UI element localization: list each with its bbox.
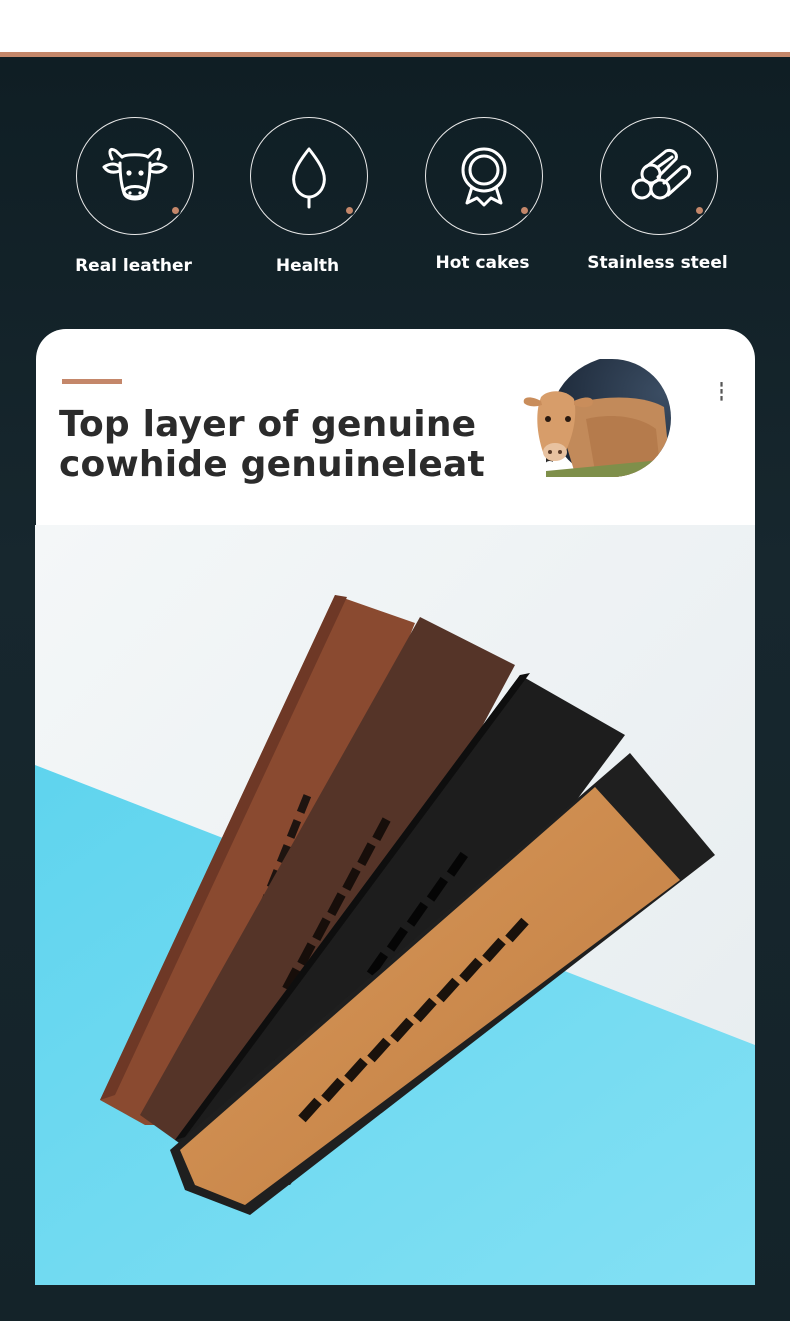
cow-image bbox=[486, 359, 671, 477]
headline-line-2: cowhide genuineleather bbox=[59, 444, 554, 485]
feature-ring bbox=[600, 117, 718, 235]
feature-health: Health bbox=[220, 115, 395, 285]
feature-row: Real leather Health Hot cakes Stainless … bbox=[0, 115, 790, 285]
headline-card: Top layer of genuine cowhide genuineleat… bbox=[36, 329, 755, 529]
feature-label: Real leather bbox=[75, 256, 192, 276]
feature-label: Health bbox=[275, 256, 340, 276]
cow-head-icon bbox=[102, 147, 168, 201]
cow-photo bbox=[486, 359, 671, 477]
ring-accent-dot bbox=[344, 205, 355, 216]
feature-ring bbox=[76, 117, 194, 235]
feature-hot-cakes: Hot cakes bbox=[395, 115, 570, 285]
headline-line-1: Top layer of genuine bbox=[59, 404, 477, 445]
feature-ring bbox=[250, 117, 368, 235]
steel-rods-icon bbox=[631, 149, 692, 200]
leather-straps-photo bbox=[35, 525, 755, 1285]
feature-label: Stainless steel bbox=[587, 253, 728, 273]
feature-ring bbox=[425, 117, 543, 235]
feature-real-leather: Real leather bbox=[46, 115, 221, 285]
award-medal-icon bbox=[461, 147, 507, 207]
top-white-band bbox=[0, 0, 790, 52]
ring-accent-dot bbox=[694, 205, 705, 216]
headline: Top layer of genuine cowhide genuineleat… bbox=[59, 404, 554, 485]
ring-accent-dot bbox=[519, 205, 530, 216]
feature-label: Hot cakes bbox=[435, 253, 530, 273]
leather-straps-image bbox=[35, 525, 755, 1285]
feature-stainless-steel: Stainless steel bbox=[570, 115, 745, 285]
headline-accent-bar bbox=[62, 379, 122, 384]
ring-accent-dot bbox=[170, 205, 181, 216]
tiny-watermark: ▮▮▮ bbox=[718, 381, 724, 402]
leaf-icon bbox=[292, 147, 326, 209]
